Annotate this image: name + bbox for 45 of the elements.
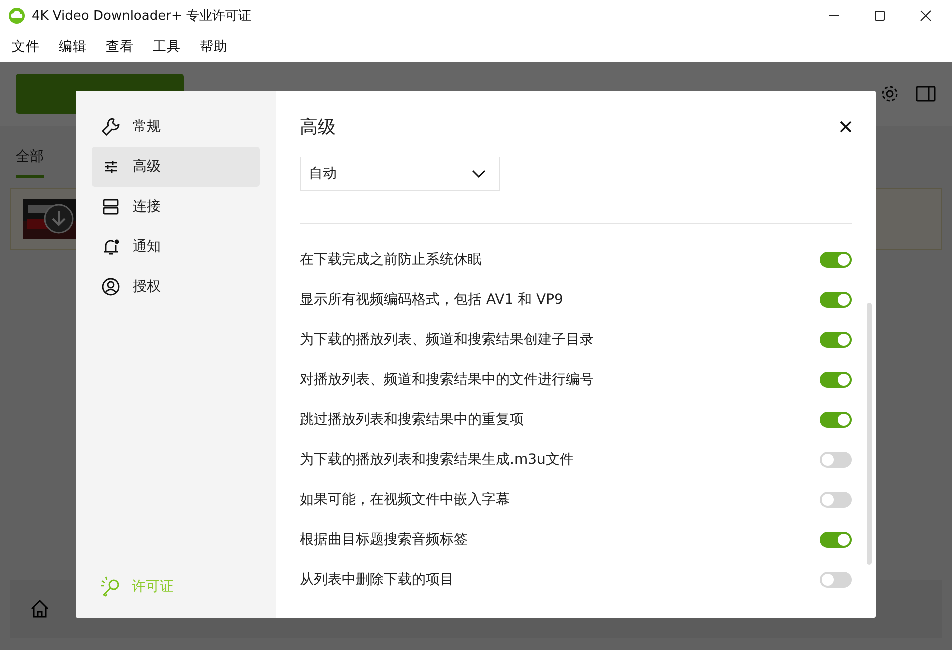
bell-icon bbox=[101, 237, 121, 257]
nav-item[interactable]: 通知 bbox=[92, 227, 260, 267]
nav-item[interactable]: 连接 bbox=[92, 187, 260, 227]
menu-item[interactable]: 帮助 bbox=[200, 38, 228, 56]
server-icon bbox=[101, 197, 121, 217]
menu-item[interactable]: 查看 bbox=[106, 38, 134, 56]
toggle-switch[interactable] bbox=[820, 452, 852, 468]
chevron-down-icon bbox=[472, 170, 486, 178]
toggle-switch[interactable] bbox=[820, 532, 852, 548]
nav-item[interactable]: 高级 bbox=[92, 147, 260, 187]
sidebar-toggle-icon[interactable] bbox=[916, 86, 936, 102]
setting-label: 根据曲目标题搜索音频标签 bbox=[300, 531, 468, 549]
setting-label: 在下载完成之前防止系统休眠 bbox=[300, 251, 482, 269]
close-icon[interactable] bbox=[840, 121, 852, 133]
setting-label: 对播放列表、频道和搜索结果中的文件进行编号 bbox=[300, 371, 594, 389]
toggle-switch[interactable] bbox=[820, 572, 852, 588]
setting-label: 为下载的播放列表、频道和搜索结果创建子目录 bbox=[300, 331, 594, 349]
toggle-switch[interactable] bbox=[820, 492, 852, 508]
close-icon[interactable] bbox=[920, 10, 932, 22]
setting-label: 为下载的播放列表和搜索结果生成.m3u文件 bbox=[300, 451, 574, 469]
maximize-icon[interactable] bbox=[874, 10, 886, 22]
toggle-switch[interactable] bbox=[820, 332, 852, 348]
nav-item[interactable]: 常规 bbox=[92, 107, 260, 147]
key-icon bbox=[100, 576, 122, 598]
toggle-switch[interactable] bbox=[820, 372, 852, 388]
nav-item[interactable]: 授权 bbox=[92, 267, 260, 307]
toggle-switch[interactable] bbox=[820, 412, 852, 428]
menu-item[interactable]: 编辑 bbox=[59, 38, 87, 56]
settings-icon[interactable] bbox=[880, 84, 900, 104]
setting-label: 如果可能，在视频文件中嵌入字幕 bbox=[300, 491, 510, 509]
scrollbar[interactable] bbox=[867, 303, 872, 565]
setting-label: 从列表中删除下载的项目 bbox=[300, 571, 454, 589]
home-icon[interactable] bbox=[30, 599, 50, 619]
toggle-switch[interactable] bbox=[820, 292, 852, 308]
window-title: 4K Video Downloader+ 专业许可证 bbox=[32, 8, 252, 25]
dialog-title: 高级 bbox=[300, 116, 336, 139]
wrench-icon bbox=[101, 117, 121, 137]
menu-item[interactable]: 文件 bbox=[12, 38, 40, 56]
setting-label: 显示所有视频编码格式，包括 AV1 和 VP9 bbox=[300, 291, 564, 309]
setting-label: 跳过播放列表和搜索结果中的重复项 bbox=[300, 411, 524, 429]
toggle-switch[interactable] bbox=[820, 252, 852, 268]
menu-item[interactable]: 工具 bbox=[153, 38, 181, 56]
app-logo-icon bbox=[9, 8, 25, 24]
dropdown[interactable]: 自动 bbox=[300, 157, 500, 191]
user-icon bbox=[101, 277, 121, 297]
